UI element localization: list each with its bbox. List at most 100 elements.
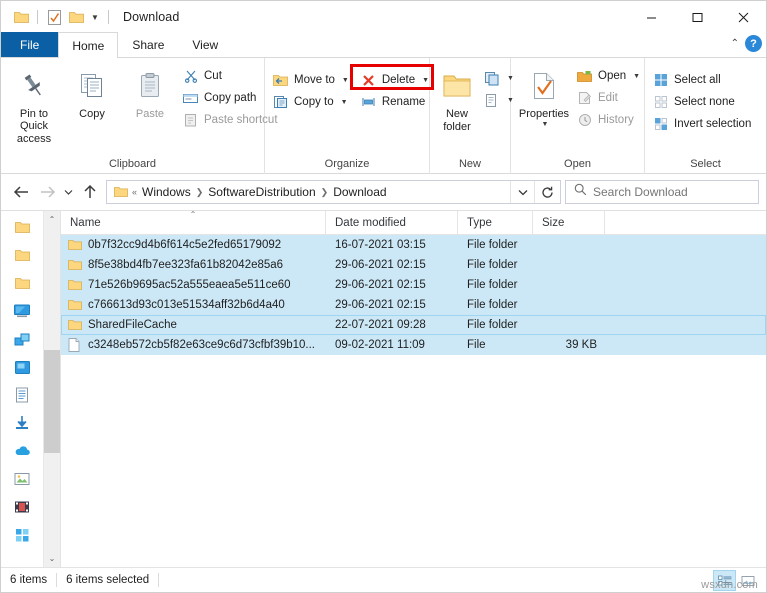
scroll-down-icon[interactable]: ⌄: [44, 550, 60, 567]
history-icon: [576, 112, 593, 129]
copy-to-icon: [272, 94, 289, 111]
recent-locations-button[interactable]: [60, 179, 77, 205]
breadcrumb-bar[interactable]: « Windows ❯ SoftwareDistribution ❯ Downl…: [106, 180, 561, 204]
apps-icon[interactable]: [12, 525, 32, 545]
scrollbar-thumb[interactable]: [44, 350, 60, 454]
table-row[interactable]: c766613d93c013e51534aff32b6d4a40 29-06-2…: [61, 295, 766, 315]
table-row[interactable]: 0b7f32cc9d4b6f614c5e2fed65179092 16-07-2…: [61, 235, 766, 255]
breadcrumb-dropdown-button[interactable]: [510, 181, 534, 203]
ribbon-group-organize: Move to ▼ Copy to ▼ Delete ▼ Rename Orga…: [265, 58, 430, 174]
customize-qat-button[interactable]: ▼: [87, 7, 103, 27]
network-drive-icon[interactable]: [12, 329, 32, 349]
open-button[interactable]: Open ▼: [573, 65, 645, 87]
status-bar: 6 items 6 items selected wsxdn.com: [1, 567, 766, 592]
chevron-down-icon-7[interactable]: ▼: [633, 73, 640, 80]
delete-x-icon: [360, 72, 377, 89]
videos-icon[interactable]: [12, 497, 32, 517]
file-list-pane: ⌃ Name Date modified Type Size 0b7f32cc9…: [61, 210, 766, 567]
navigation-pane-scrollbar[interactable]: ⌃ ⌄: [43, 211, 60, 567]
history-button[interactable]: History: [573, 109, 645, 131]
minimize-button[interactable]: [628, 1, 674, 33]
delete-button[interactable]: Delete ▼: [354, 69, 434, 91]
close-button[interactable]: [720, 1, 766, 33]
tab-home[interactable]: Home: [58, 32, 119, 58]
chevron-down-icon-2[interactable]: ▼: [341, 99, 348, 106]
drive-icon[interactable]: [12, 357, 32, 377]
folder-icon[interactable]: [10, 6, 32, 28]
back-button[interactable]: [8, 179, 34, 205]
folder-icon-3[interactable]: [12, 273, 32, 293]
breadcrumb-overflow[interactable]: «: [131, 187, 138, 197]
ribbon-tabs: File Home Share View ⌃ ?: [1, 32, 766, 58]
chevron-down-icon-3[interactable]: ▼: [422, 77, 429, 84]
rename-button[interactable]: Rename: [354, 91, 434, 113]
copy-button[interactable]: Copy: [63, 63, 121, 145]
tab-view[interactable]: View: [178, 32, 232, 57]
tab-share[interactable]: Share: [118, 32, 178, 57]
refresh-button[interactable]: [534, 181, 560, 203]
paste-label: Paste: [135, 108, 165, 120]
search-input[interactable]: Search Download: [593, 185, 688, 199]
onedrive-icon[interactable]: [12, 441, 32, 461]
select-none-button[interactable]: Select none: [649, 91, 756, 113]
forward-button[interactable]: [34, 179, 60, 205]
invert-selection-label: Invert selection: [674, 118, 752, 130]
pin-to-quick-access-button[interactable]: Pin to Quick access: [5, 63, 63, 145]
chevron-down-icon-6[interactable]: ▼: [542, 121, 549, 128]
new-folder-button[interactable]: New folder: [434, 63, 480, 145]
edit-button[interactable]: Edit: [573, 87, 645, 109]
paste-button[interactable]: Paste: [121, 63, 179, 145]
table-row[interactable]: 8f5e38bd4fb7ee323fa61b82042e85a6 29-06-2…: [61, 255, 766, 275]
file-type-cell: File: [467, 339, 486, 351]
breadcrumb-item-windows[interactable]: Windows: [138, 182, 195, 202]
copy-label: Copy: [79, 108, 105, 120]
downloads-icon[interactable]: [12, 413, 32, 433]
content-area: ⌃ ⌄ ⌃ Name Date modified Type Size 0b7f3…: [1, 210, 766, 567]
maximize-button[interactable]: [674, 1, 720, 33]
invert-selection-button[interactable]: Invert selection: [649, 113, 756, 135]
pictures-icon[interactable]: [12, 469, 32, 489]
up-button[interactable]: [77, 179, 103, 205]
new-folder-icon[interactable]: [65, 6, 87, 28]
chevron-down-icon[interactable]: ▼: [342, 77, 349, 84]
documents-icon[interactable]: [12, 385, 32, 405]
select-group-label: Select: [690, 158, 721, 170]
properties-button[interactable]: Properties ▼: [515, 63, 573, 145]
column-header-date[interactable]: Date modified: [326, 210, 458, 235]
copy-to-button[interactable]: Copy to ▼: [269, 91, 354, 113]
search-box[interactable]: Search Download: [565, 180, 759, 204]
breadcrumb-folder-icon: [111, 186, 131, 198]
ribbon-group-clipboard: Pin to Quick access Copy Paste Cut Copy …: [1, 58, 278, 174]
column-header-size[interactable]: Size: [533, 210, 605, 235]
folder-icon-2[interactable]: [12, 245, 32, 265]
rename-icon: [360, 94, 377, 111]
easy-access-icon: [483, 92, 500, 109]
move-to-button[interactable]: Move to ▼: [269, 69, 354, 91]
table-row[interactable]: SharedFileCache 22-07-2021 09:28 File fo…: [61, 315, 766, 335]
chevron-up-icon[interactable]: ⌃: [731, 38, 739, 49]
select-all-button[interactable]: Select all: [649, 69, 756, 91]
file-name-cell: 8f5e38bd4fb7ee323fa61b82042e85a6: [61, 255, 326, 275]
this-pc-icon[interactable]: [12, 301, 32, 321]
folder-icon[interactable]: [12, 217, 32, 237]
file-type-cell: File folder: [467, 259, 518, 271]
table-row[interactable]: 71e526b9695ac52a555eaea5e511ce60 29-06-2…: [61, 275, 766, 295]
properties-icon[interactable]: [43, 6, 65, 28]
toolbar-divider-2: [108, 10, 109, 24]
scroll-up-icon[interactable]: ⌃: [44, 211, 60, 228]
history-label: History: [598, 114, 634, 126]
tab-file[interactable]: File: [1, 32, 59, 57]
copy-icon: [77, 67, 107, 105]
table-row[interactable]: c3248eb572cb5f82e63ce9c6d73cfbf39b10... …: [61, 335, 766, 355]
help-icon[interactable]: ?: [745, 35, 762, 52]
scrollbar-track[interactable]: [44, 228, 60, 550]
breadcrumb-item-softwaredistribution[interactable]: SoftwareDistribution: [204, 182, 319, 202]
new-item-icon: [483, 70, 500, 87]
breadcrumb-chevron-2[interactable]: ❯: [320, 187, 330, 198]
breadcrumb-chevron-1[interactable]: ❯: [195, 187, 205, 198]
column-header-type[interactable]: Type: [458, 210, 533, 235]
breadcrumb-item-download[interactable]: Download: [329, 182, 390, 202]
column-header-name[interactable]: ⌃ Name: [61, 210, 326, 235]
properties-label: Properties: [518, 108, 570, 120]
open-label: Open: [598, 70, 627, 82]
